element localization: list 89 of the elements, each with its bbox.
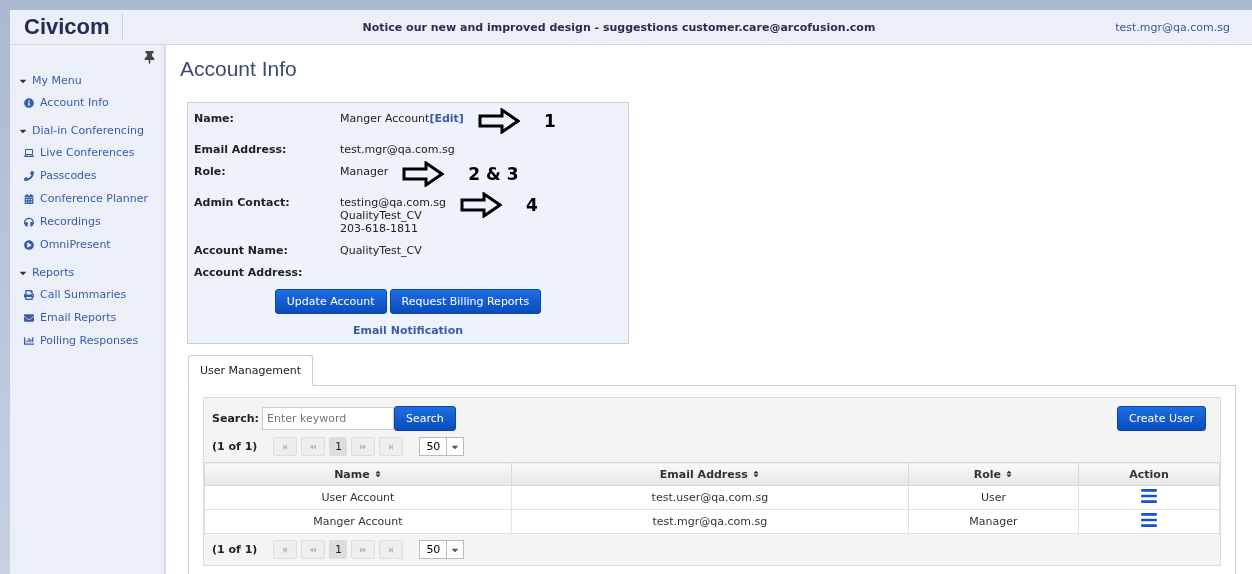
menu-item[interactable]: Conference Planner	[18, 187, 164, 210]
menu-section[interactable]: Dial-in Conferencing	[18, 124, 164, 137]
account-button[interactable]: Update Account	[274, 289, 387, 314]
info-icon	[24, 97, 34, 108]
last-page-button[interactable]	[379, 540, 404, 559]
rewind-icon	[310, 443, 317, 450]
field-value: Manger Account[Edit]	[340, 112, 464, 125]
arrow-icon	[460, 192, 503, 218]
bar-chart-icon	[24, 335, 34, 346]
rewind-icon	[310, 546, 317, 553]
field-label: Account Name:	[194, 244, 289, 257]
first-page-button[interactable]	[273, 540, 298, 559]
next-page-button[interactable]	[351, 437, 376, 456]
menu-item[interactable]: Recordings	[18, 210, 164, 233]
headphones-icon	[24, 216, 34, 227]
account-button[interactable]: Request Billing Reports	[389, 289, 542, 314]
menu-item[interactable]: Live Conferences	[18, 141, 164, 164]
printer-icon	[24, 289, 34, 300]
page-button[interactable]: 1	[329, 437, 348, 456]
envelope-icon	[24, 312, 34, 323]
menu-item[interactable]: Account Info	[18, 91, 164, 114]
phone-icon	[24, 170, 34, 181]
table-cell: User	[908, 485, 1079, 510]
field-label: Account Address:	[194, 266, 304, 279]
column-header[interactable]: Role	[908, 462, 1079, 486]
menu-item[interactable]: OmniPresent	[18, 233, 164, 256]
laptop-icon	[24, 147, 34, 158]
column-header[interactable]: Name	[204, 462, 512, 486]
fast-forward-icon	[360, 546, 367, 553]
user-link[interactable]: test.mgr@qa.com.sg	[1115, 20, 1230, 34]
menu-section[interactable]: Reports	[18, 266, 164, 279]
sort-icon	[373, 470, 382, 478]
annotation-number: 4	[526, 195, 538, 215]
edit-link[interactable]: [Edit]	[429, 112, 464, 125]
page-status: (1 of 1)	[212, 440, 258, 453]
menu-item[interactable]: Polling Responses	[18, 329, 164, 352]
menu-icon[interactable]	[1140, 511, 1158, 529]
play-icon	[24, 239, 34, 250]
arrow-icon	[477, 108, 520, 134]
skip-back-icon	[282, 443, 289, 450]
last-page-button[interactable]	[379, 437, 404, 456]
column-header[interactable]: Action	[1078, 462, 1220, 486]
first-page-button[interactable]	[273, 437, 298, 456]
menu-icon[interactable]	[1140, 487, 1158, 505]
annotation-number: 2 & 3	[468, 164, 519, 184]
field-label: Admin Contact:	[194, 196, 291, 211]
menu-item[interactable]: Call Summaries	[18, 283, 164, 306]
notice-text: Notice our new and improved design - suggestions customer.care@arcofusion.com	[361, 20, 877, 34]
calendar-icon	[24, 193, 34, 204]
menu-item[interactable]: Passcodes	[18, 164, 164, 187]
field-value: Manager	[340, 165, 389, 178]
table-cell: test.mgr@qa.com.sg	[511, 509, 909, 534]
sort-icon	[751, 470, 760, 478]
field-label: Email Address:	[194, 143, 288, 156]
table-cell: test.user@qa.com.sg	[511, 485, 909, 510]
pin-icon[interactable]	[143, 51, 156, 64]
fast-forward-icon	[360, 443, 367, 450]
sort-icon	[1005, 470, 1014, 478]
search-field[interactable]: Enter keyword	[262, 407, 394, 430]
search-label: Search:	[212, 412, 259, 425]
menu-item[interactable]: Email Reports	[18, 306, 164, 329]
search-button[interactable]: Search	[394, 406, 456, 431]
create-user-button[interactable]: Create User	[1116, 406, 1206, 431]
skip-back-icon	[282, 546, 289, 553]
arrow-icon	[402, 161, 445, 187]
field-label: Role:	[194, 165, 227, 180]
next-page-button[interactable]	[351, 540, 376, 559]
logo: Civicom	[24, 14, 123, 40]
table-cell: User Account	[204, 485, 512, 510]
table-cell: Manger Account	[204, 509, 512, 534]
page-title: Account Info	[180, 57, 298, 81]
table-cell: Manager	[908, 509, 1079, 534]
rows-per-page-select[interactable]: 50	[419, 437, 465, 456]
field-label: Name:	[194, 112, 235, 127]
page-button[interactable]: 1	[329, 540, 348, 559]
previous-page-button[interactable]	[301, 540, 326, 559]
field-value: test.mgr@qa.com.sg	[340, 143, 455, 156]
skip-forward-icon	[388, 546, 395, 553]
column-header[interactable]: Email Address	[511, 462, 909, 486]
tab[interactable]: User Management	[188, 355, 314, 386]
rows-per-page-select[interactable]: 50	[419, 540, 465, 559]
skip-forward-icon	[388, 443, 395, 450]
field-value: QualityTest_CV	[340, 244, 422, 257]
previous-page-button[interactable]	[301, 437, 326, 456]
page-status: (1 of 1)	[212, 543, 258, 556]
email-notification-link[interactable]: Email Notification	[352, 324, 464, 337]
annotation-number: 1	[543, 111, 556, 131]
field-value: testing@qa.com.sg QualityTest_CV 203-618-1811	[340, 196, 447, 235]
menu-section[interactable]: My Menu	[18, 74, 164, 87]
